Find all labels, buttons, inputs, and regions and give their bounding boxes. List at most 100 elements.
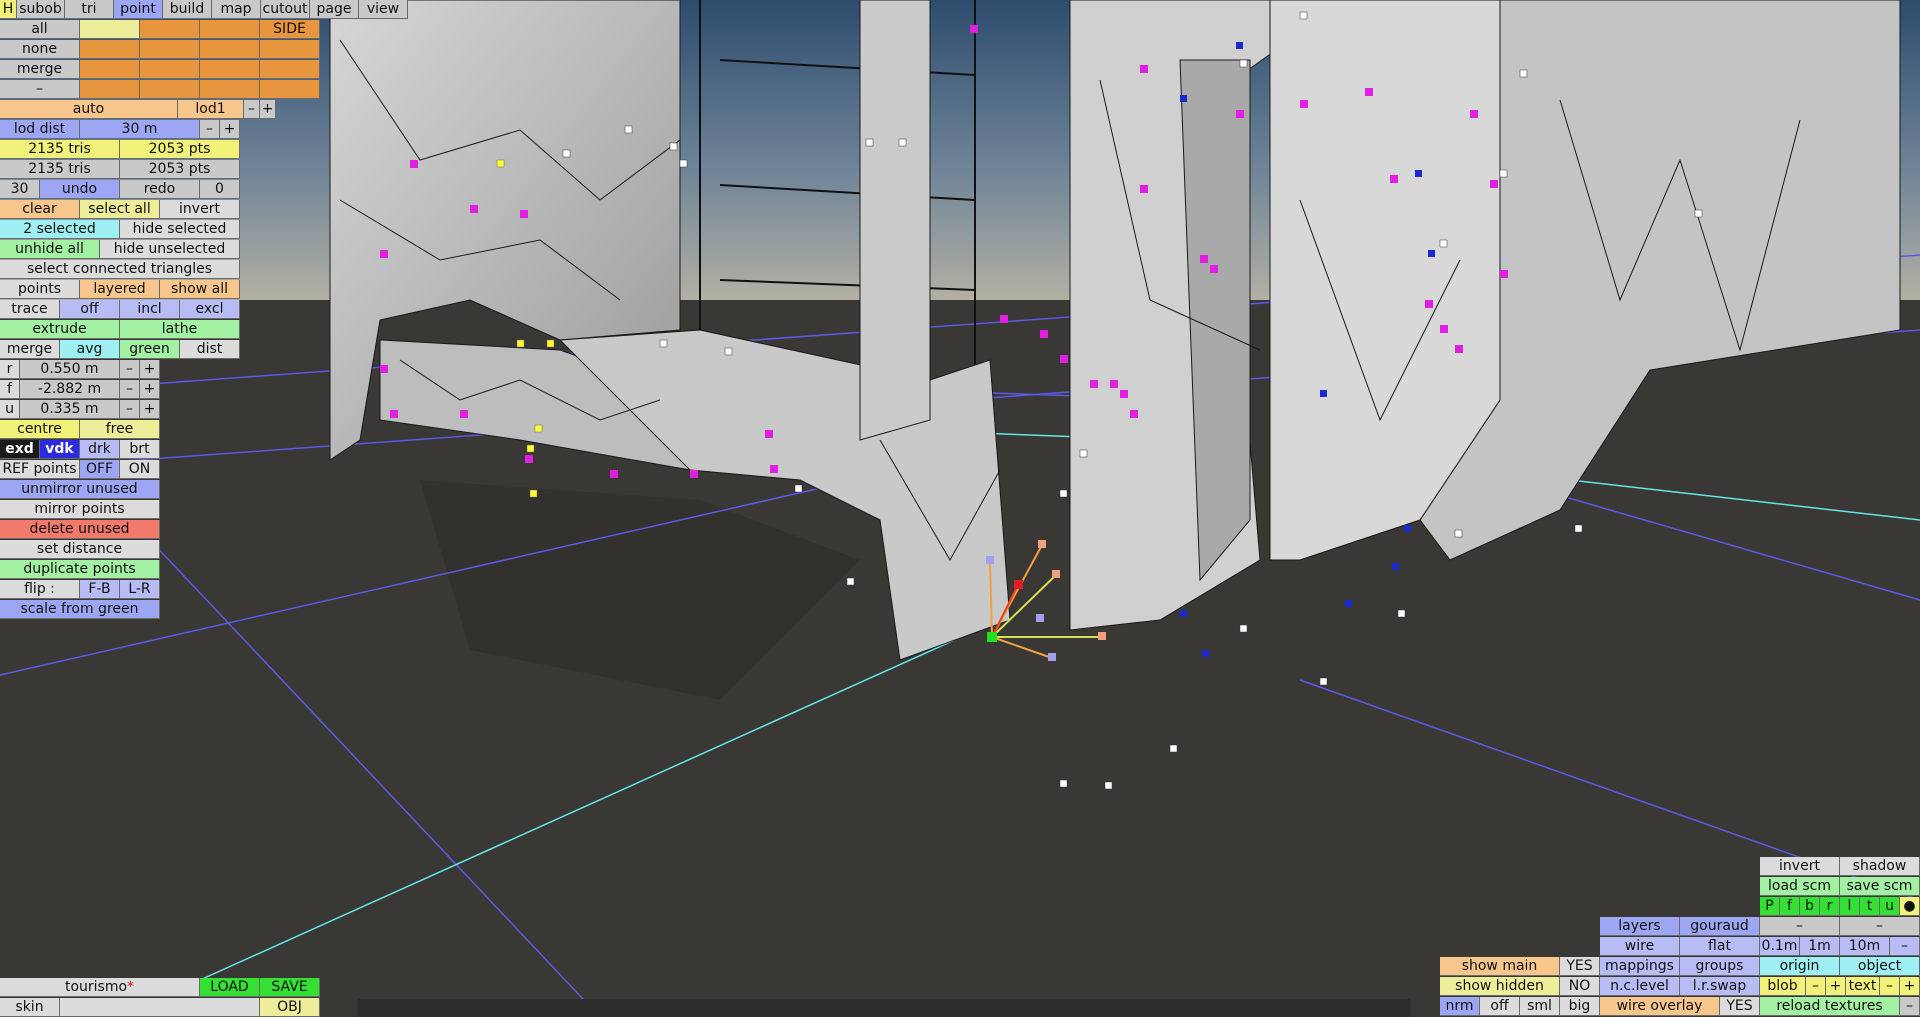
blob-minus[interactable]: – [1806, 977, 1826, 996]
obj-button[interactable]: OBJ [260, 998, 320, 1017]
grid-minus-button[interactable]: – [1890, 937, 1920, 956]
extrude-button[interactable]: extrude [0, 320, 120, 339]
u-minus[interactable]: – [120, 400, 140, 419]
lod-cell[interactable] [140, 20, 200, 39]
flag-f[interactable]: f [1780, 897, 1800, 916]
brt-button[interactable]: brt [120, 440, 160, 459]
lod-cell[interactable] [80, 60, 140, 79]
save-button[interactable]: SAVE [260, 978, 320, 997]
free-button[interactable]: free [80, 420, 160, 439]
shadow-button[interactable]: shadow [1840, 857, 1920, 876]
skin-button[interactable]: skin [0, 998, 60, 1017]
tab-build[interactable]: build [163, 0, 212, 19]
h-button[interactable]: H [0, 0, 17, 19]
layered-button[interactable]: layered [80, 280, 160, 299]
duplicate-points-button[interactable]: duplicate points [0, 560, 160, 579]
mappings-button[interactable]: mappings [1600, 957, 1680, 976]
tab-point[interactable]: point [114, 0, 163, 19]
f-minus[interactable]: – [120, 380, 140, 399]
tab-tri[interactable]: tri [65, 0, 114, 19]
lod-none-button[interactable]: none [0, 40, 80, 59]
show-main-toggle[interactable]: YES [1560, 957, 1600, 976]
tab-page[interactable]: page [310, 0, 359, 19]
points-button[interactable]: points [0, 280, 80, 299]
select-all-button[interactable]: select all [80, 200, 160, 219]
nc-level-button[interactable]: n.c.level [1600, 977, 1680, 996]
flat-button[interactable]: flat [1680, 937, 1760, 956]
clear-button[interactable]: clear [0, 200, 80, 219]
u-plus[interactable]: + [140, 400, 160, 419]
gouraud-button[interactable]: gouraud [1680, 917, 1760, 936]
avg-button[interactable]: avg [60, 340, 120, 359]
big-button[interactable]: big [1560, 997, 1600, 1016]
flag-t[interactable]: t [1860, 897, 1880, 916]
text-minus[interactable]: – [1880, 977, 1900, 996]
r-value[interactable]: 0.550 m [20, 360, 120, 379]
lod-cell[interactable] [200, 20, 260, 39]
delete-unused-button[interactable]: delete unused [0, 520, 160, 539]
blob-plus[interactable]: + [1826, 977, 1846, 996]
lod1-button[interactable]: lod1 [178, 100, 244, 119]
auto-button[interactable]: auto [0, 100, 178, 119]
u-value[interactable]: 0.335 m [20, 400, 120, 419]
flag-u[interactable]: u [1880, 897, 1900, 916]
object-button[interactable]: object [1840, 957, 1920, 976]
lod-merge-button[interactable]: merge [0, 60, 80, 79]
green-button[interactable]: green [120, 340, 180, 359]
lod-minus-button[interactable]: – [244, 100, 260, 119]
origin-button[interactable]: origin [1760, 957, 1840, 976]
select-connected-button[interactable]: select connected triangles [0, 260, 240, 279]
merge-button[interactable]: merge [0, 340, 60, 359]
set-distance-button[interactable]: set distance [0, 540, 160, 559]
mirror-points-button[interactable]: mirror points [0, 500, 160, 519]
side-button[interactable]: SIDE [260, 20, 320, 39]
lod-cell[interactable] [140, 60, 200, 79]
sml-button[interactable]: sml [1520, 997, 1560, 1016]
centre-button[interactable]: centre [0, 420, 80, 439]
tab-view[interactable]: view [359, 0, 408, 19]
flip-fb-button[interactable]: F-B [80, 580, 120, 599]
hide-selected-button[interactable]: hide selected [120, 220, 240, 239]
trace-off-button[interactable]: off [60, 300, 120, 319]
wire-button[interactable]: wire [1600, 937, 1680, 956]
flag-p[interactable]: P [1760, 897, 1780, 916]
lod-plus-button[interactable]: + [260, 100, 276, 119]
flip-lr-button[interactable]: L-R [120, 580, 160, 599]
lod-dash-button[interactable]: – [0, 80, 80, 99]
lod-cell[interactable] [80, 20, 140, 39]
ref-off-button[interactable]: OFF [80, 460, 120, 479]
wire-overlay-toggle[interactable]: YES [1720, 997, 1760, 1016]
grid-01m-button[interactable]: 0.1m [1760, 937, 1800, 956]
text-button[interactable]: text [1846, 977, 1880, 996]
grid-1m-button[interactable]: 1m [1800, 937, 1840, 956]
dash-button[interactable]: – [1760, 917, 1840, 936]
lod-cell[interactable] [200, 60, 260, 79]
save-scm-button[interactable]: save scm [1840, 877, 1920, 896]
lod-dist-minus[interactable]: – [200, 120, 220, 139]
lod-cell[interactable] [260, 40, 320, 59]
show-hidden-toggle[interactable]: NO [1560, 977, 1600, 996]
lathe-button[interactable]: lathe [120, 320, 240, 339]
trace-incl-button[interactable]: incl [120, 300, 180, 319]
lr-swap-button[interactable]: l.r.swap [1680, 977, 1760, 996]
exd-button[interactable]: exd [0, 440, 40, 459]
grid-10m-button[interactable]: 10m [1840, 937, 1890, 956]
redo-button[interactable]: redo [120, 180, 200, 199]
lod-dist-plus[interactable]: + [220, 120, 240, 139]
off-button[interactable]: off [1480, 997, 1520, 1016]
vdk-button[interactable]: vdk [40, 440, 80, 459]
lod-all-button[interactable]: all [0, 20, 80, 39]
load-button[interactable]: LOAD [200, 978, 260, 997]
lod-cell[interactable] [200, 80, 260, 99]
invert-view-button[interactable]: invert [1760, 857, 1840, 876]
lod-dist-value[interactable]: 30 m [80, 120, 200, 139]
lod-cell[interactable] [260, 60, 320, 79]
tab-map[interactable]: map [212, 0, 261, 19]
trace-excl-button[interactable]: excl [180, 300, 240, 319]
flag-l[interactable]: l [1840, 897, 1860, 916]
dash-button[interactable]: – [1840, 917, 1920, 936]
lod-cell[interactable] [140, 40, 200, 59]
skin-field[interactable] [60, 998, 260, 1017]
groups-button[interactable]: groups [1680, 957, 1760, 976]
lod-cell[interactable] [260, 80, 320, 99]
